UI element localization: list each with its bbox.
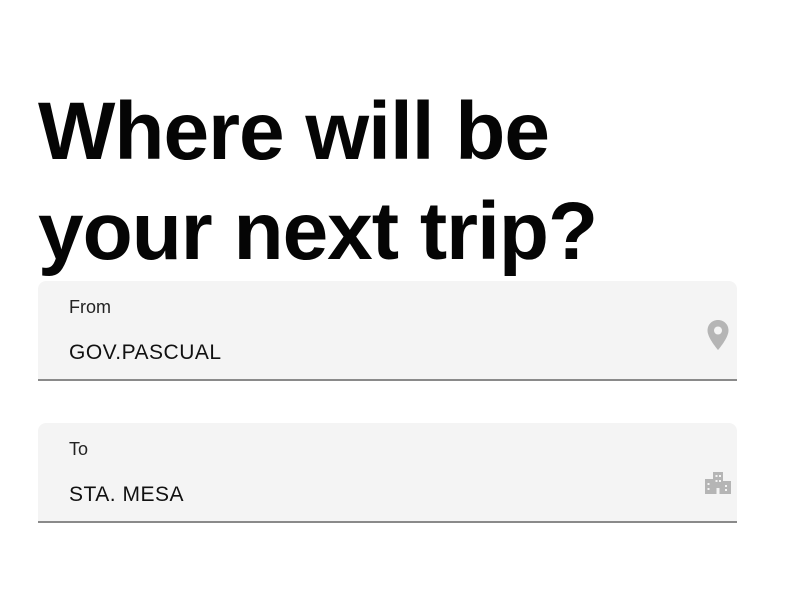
buildings-icon[interactable] <box>704 467 732 499</box>
to-field-label: To <box>69 439 89 459</box>
page-title: Where will be your next trip? <box>38 82 738 282</box>
location-pin-icon-graphic <box>707 320 729 350</box>
from-field-label: From <box>69 297 111 317</box>
page-title-line-1: Where will be <box>38 86 550 177</box>
from-input[interactable] <box>69 339 669 367</box>
to-input[interactable] <box>69 481 669 509</box>
buildings-icon-graphic <box>705 472 731 494</box>
to-field[interactable]: To <box>38 423 737 523</box>
page-title-line-2: your next trip? <box>38 186 598 277</box>
location-pin-icon[interactable] <box>704 319 732 351</box>
from-field[interactable]: From <box>38 281 737 381</box>
